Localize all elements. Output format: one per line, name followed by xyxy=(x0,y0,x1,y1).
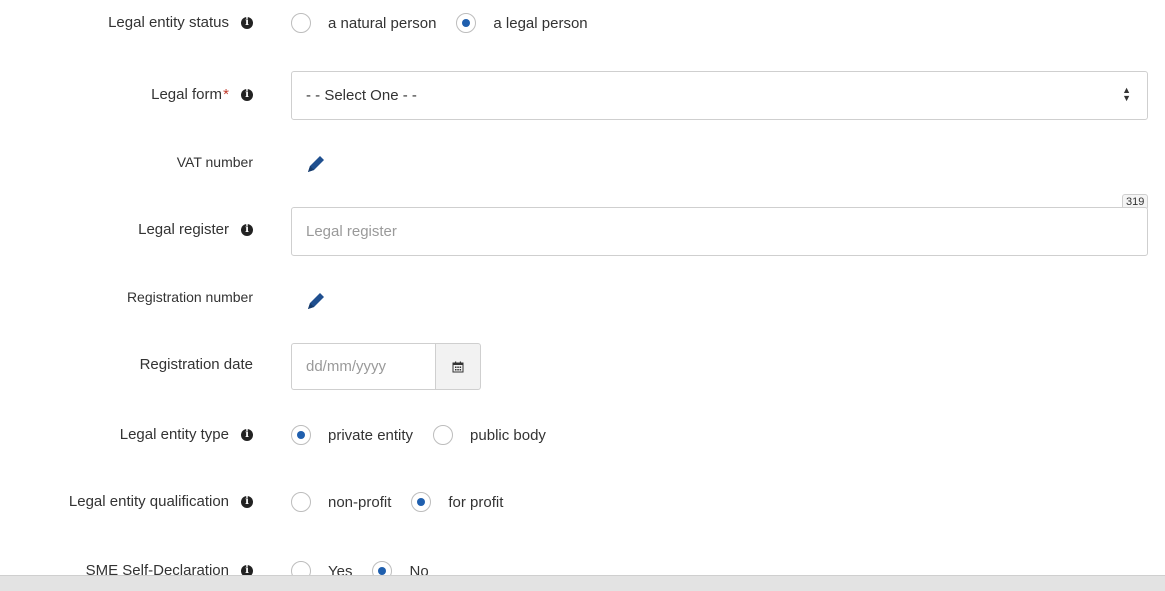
radio-label: for profit xyxy=(448,493,504,511)
registration-date-input[interactable] xyxy=(291,343,435,390)
radio-private-entity[interactable]: private entity xyxy=(291,425,413,445)
radio-legal-person[interactable]: a legal person xyxy=(456,13,588,33)
legal-entity-qualification-label: Legal entity qualification i xyxy=(69,493,253,510)
radio-non-profit[interactable]: non-profit xyxy=(291,492,391,512)
radio-label: a legal person xyxy=(493,14,588,32)
calendar-icon xyxy=(452,361,464,372)
radio-label: non-profit xyxy=(328,493,392,511)
vat-number-label: VAT number xyxy=(177,154,253,170)
radio-circle[interactable] xyxy=(456,13,477,33)
pencil-icon[interactable] xyxy=(305,153,327,175)
pencil-icon[interactable] xyxy=(305,290,327,312)
legal-form-selected-value: - - Select One - - xyxy=(306,87,417,104)
calendar-button[interactable] xyxy=(435,343,481,390)
info-icon[interactable]: i xyxy=(241,495,253,508)
registration-number-text: Registration number xyxy=(126,289,253,305)
legal-entity-status-radios: a natural person a legal person xyxy=(291,13,608,33)
registration-number-label: Registration number xyxy=(127,289,253,305)
legal-entity-type-text: Legal entity type xyxy=(119,426,229,443)
legal-form-label: Legal form * i xyxy=(151,86,253,103)
legal-form-select[interactable]: - - Select One - - ▲ ▼ xyxy=(291,71,1148,120)
radio-circle[interactable] xyxy=(291,13,311,33)
required-marker: * xyxy=(223,86,229,103)
legal-entity-status-text: Legal entity status xyxy=(108,14,229,31)
select-arrows-icon: ▲ ▼ xyxy=(1122,85,1131,103)
radio-natural-person[interactable]: a natural person xyxy=(291,13,436,33)
legal-entity-qualification-radios: non-profit for profit xyxy=(291,492,523,512)
bottom-bar xyxy=(0,575,1165,591)
radio-circle[interactable] xyxy=(411,492,432,512)
vat-number-text: VAT number xyxy=(176,154,253,170)
radio-circle[interactable] xyxy=(291,492,311,512)
legal-entity-qualification-text: Legal entity qualification xyxy=(68,493,229,510)
info-icon[interactable]: i xyxy=(241,428,253,441)
legal-register-input[interactable] xyxy=(291,207,1148,256)
radio-for-profit[interactable]: for profit xyxy=(411,492,503,512)
info-icon[interactable]: i xyxy=(241,223,253,236)
radio-public-body[interactable]: public body xyxy=(433,425,546,445)
legal-form-text: Legal form xyxy=(151,86,222,103)
legal-register-text: Legal register xyxy=(138,221,229,238)
radio-circle[interactable] xyxy=(291,425,311,445)
registration-date-label: Registration date xyxy=(140,356,253,373)
info-icon[interactable]: i xyxy=(241,16,253,29)
radio-label: public body xyxy=(470,426,546,444)
legal-entity-type-label: Legal entity type i xyxy=(120,426,253,443)
legal-entity-status-label: Legal entity status i xyxy=(108,14,253,31)
radio-label: private entity xyxy=(328,426,414,444)
legal-entity-form: Legal entity status i a natural person a… xyxy=(0,0,1165,591)
radio-circle[interactable] xyxy=(433,425,454,445)
legal-register-label: Legal register i xyxy=(138,221,253,238)
registration-date-text: Registration date xyxy=(139,356,253,373)
legal-entity-type-radios: private entity public body xyxy=(291,425,566,445)
info-icon[interactable]: i xyxy=(241,88,253,101)
registration-date-group xyxy=(291,343,481,390)
radio-label: a natural person xyxy=(328,14,437,32)
